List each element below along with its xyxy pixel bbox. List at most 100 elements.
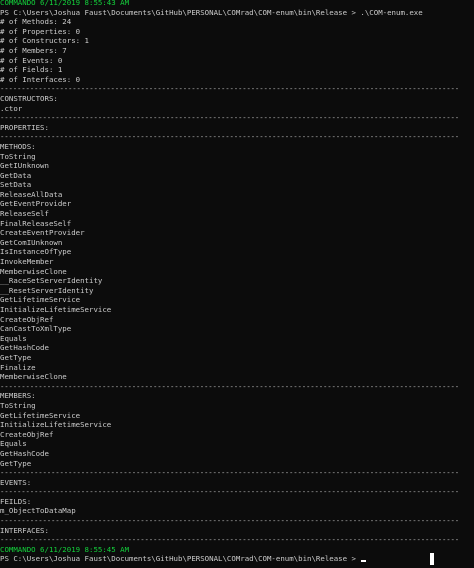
output-line: # of Events: 0	[0, 56, 474, 66]
line-text: GetLifetimeService	[0, 295, 81, 305]
line-text: GetHashCode	[0, 448, 49, 458]
output-line: IsInstanceOfType	[0, 247, 474, 257]
line-text: # of Interfaces: 0	[0, 74, 81, 84]
output-line: GetLifetimeService	[0, 295, 474, 305]
line-text: GetEventProvider	[0, 199, 72, 209]
line-text: GetComIUnknown	[0, 237, 63, 247]
line-text: ToString	[0, 400, 36, 410]
line-text: # of Constructors: 1	[0, 36, 89, 46]
line-text: METHODS:	[0, 141, 36, 151]
line-text: MemberwiseClone	[0, 266, 67, 276]
output-line: GetType	[0, 353, 474, 363]
output-line: GetType	[0, 459, 474, 469]
output-line: ReleaseSelf	[0, 209, 474, 219]
output-line: GetIUnknown	[0, 161, 474, 171]
line-text: # of Members: 7	[0, 45, 67, 55]
line-text: INTERFACES:	[0, 525, 49, 535]
line-text: ToString	[0, 151, 36, 161]
output-line: CreateEventProvider	[0, 228, 474, 238]
line-text: Finalize	[0, 362, 36, 372]
line-text: InvokeMember	[0, 257, 54, 267]
separator-line: ----------------------------------------…	[0, 535, 474, 545]
output-line: __ResetServerIdentity	[0, 286, 474, 296]
line-text: GetHashCode	[0, 343, 49, 353]
line-text: __ResetServerIdentity	[0, 285, 94, 295]
output-line: ToString	[0, 401, 474, 411]
output-line: m_ObjectToDataMap	[0, 506, 474, 516]
output-line: GetComIUnknown	[0, 238, 474, 248]
output-line: CanCastToXmlType	[0, 324, 474, 334]
line-text: ----------------------------------------…	[0, 132, 459, 142]
line-text: # of Fields: 1	[0, 65, 63, 75]
line-text: EVENTS:	[0, 477, 32, 487]
line-text: ----------------------------------------…	[0, 516, 459, 526]
line-text: # of Properties: 0	[0, 26, 81, 36]
separator-line: ----------------------------------------…	[0, 84, 474, 94]
line-text: InitializeLifetimeService	[0, 305, 112, 314]
line-text: ----------------------------------------…	[0, 84, 459, 94]
output-line: InitializeLifetimeService	[0, 305, 474, 315]
line-text: CreateObjRef	[0, 314, 54, 324]
output-line: GetLifetimeService	[0, 411, 474, 421]
input-cursor	[361, 560, 367, 563]
line-text: IsInstanceOfType	[0, 247, 72, 257]
line-text: ----------------------------------------…	[0, 535, 459, 545]
output-line: GetHashCode	[0, 343, 474, 353]
line-text: CanCastToXmlType	[0, 324, 72, 334]
separator-line: ----------------------------------------…	[0, 113, 474, 123]
output-line: # of Methods: 24	[0, 17, 474, 27]
text-cursor	[430, 553, 434, 565]
output-line: METHODS:	[0, 142, 474, 152]
line-text: CONSTRUCTORS:	[0, 93, 58, 103]
output-line: # of Interfaces: 0	[0, 75, 474, 85]
output-line: MemberwiseClone	[0, 372, 474, 382]
line-text: __RaceSetServerIdentity	[0, 276, 103, 286]
line-text: Equals	[0, 333, 27, 343]
output-line: # of Constructors: 1	[0, 36, 474, 46]
output-line: FinalReleaseSelf	[0, 219, 474, 229]
output-line: EVENTS:	[0, 478, 474, 488]
prompt-banner: COMMANDO 6/11/2019 8:55:43 AM	[0, 0, 474, 8]
terminal-output[interactable]: COMMANDO 6/11/2019 8:55:43 AM PS C:\Users…	[0, 0, 474, 568]
output-line: CreateObjRef	[0, 315, 474, 325]
output-line: __RaceSetServerIdentity	[0, 276, 474, 286]
line-text: FEILDS:	[0, 496, 32, 506]
output-line: FEILDS:	[0, 497, 474, 507]
line-text: MemberwiseClone	[0, 372, 67, 382]
line-text: ReleaseAllData	[0, 189, 63, 199]
line-text: FinalReleaseSelf	[0, 218, 72, 228]
line-text: m_ObjectToDataMap	[0, 506, 76, 516]
line-text: PROPERTIES:	[0, 122, 49, 132]
separator-line: ----------------------------------------…	[0, 516, 474, 526]
output-line: CONSTRUCTORS:	[0, 94, 474, 104]
output-line: Equals	[0, 334, 474, 344]
output-line: Equals	[0, 439, 474, 449]
output-line: GetData	[0, 171, 474, 181]
line-text: .ctor	[0, 103, 23, 113]
line-text: ----------------------------------------…	[0, 468, 459, 478]
line-text: COMMANDO 6/11/2019 8:55:45 AM	[0, 544, 130, 554]
line-text: SetData	[0, 180, 32, 190]
line-text: # of Events: 0	[0, 55, 63, 65]
line-text: InitializeLifetimeService	[0, 420, 112, 430]
output-line: ReleaseAllData	[0, 190, 474, 200]
command-prompt[interactable]: PS C:\Users\Joshua Faust\Documents\GitHu…	[0, 554, 474, 564]
line-text: GetType	[0, 458, 32, 468]
line-text: GetData	[0, 170, 32, 180]
separator-line: ----------------------------------------…	[0, 382, 474, 392]
line-text: PS C:\Users\Joshua Faust\Documents\GitHu…	[0, 554, 356, 564]
output-line: MEMBERS:	[0, 391, 474, 401]
line-text: ----------------------------------------…	[0, 487, 459, 497]
line-text: ----------------------------------------…	[0, 113, 459, 123]
separator-line: ----------------------------------------…	[0, 132, 474, 142]
output-line: # of Members: 7	[0, 46, 474, 56]
line-text: CreateObjRef	[0, 429, 54, 439]
prompt-banner: COMMANDO 6/11/2019 8:55:45 AM	[0, 545, 474, 555]
line-text: CreateEventProvider	[0, 228, 85, 238]
output-line: PROPERTIES:	[0, 123, 474, 133]
output-line: GetEventProvider	[0, 199, 474, 209]
output-line: GetHashCode	[0, 449, 474, 459]
line-text: Equals	[0, 439, 27, 449]
line-text: # of Methods: 24	[0, 17, 72, 27]
output-line: # of Properties: 0	[0, 27, 474, 37]
